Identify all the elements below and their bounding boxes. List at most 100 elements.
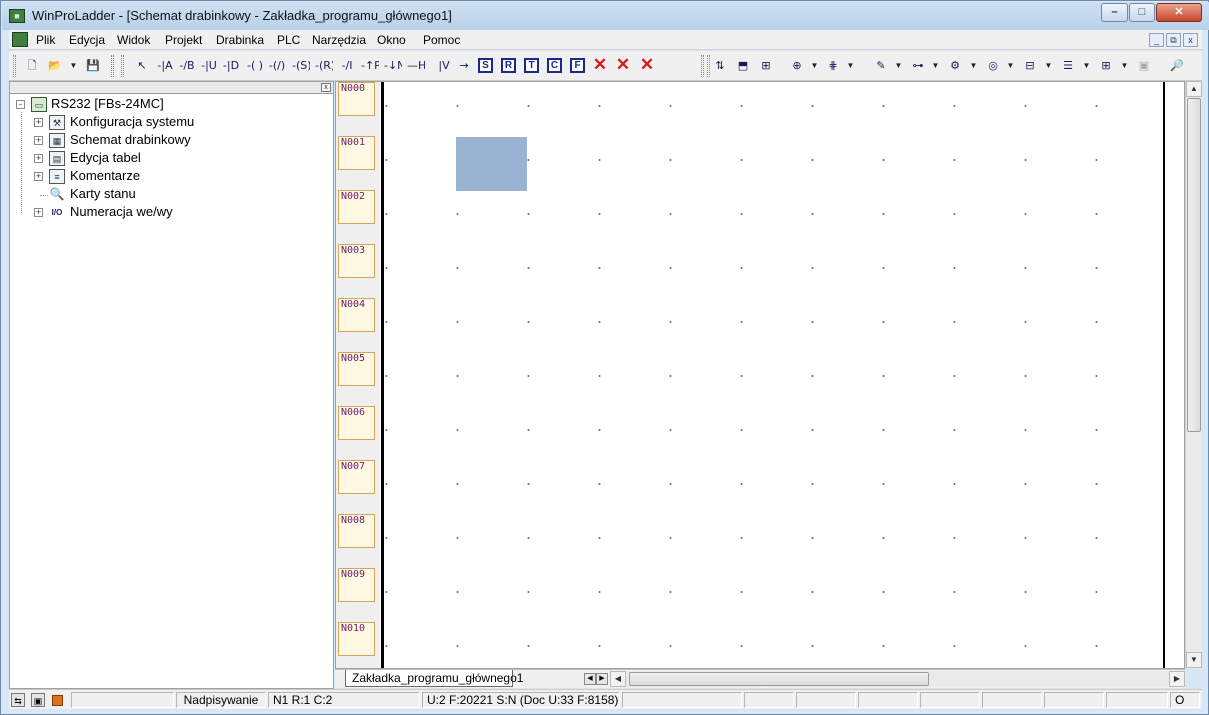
edit-tool-icon[interactable]: ✎ (872, 57, 890, 75)
set-coil-icon[interactable]: -(S) (292, 57, 310, 75)
rung-label[interactable]: N008 (338, 514, 375, 548)
positive-edge-icon[interactable]: -↑P (361, 57, 379, 75)
rung-label[interactable]: N006 (338, 406, 375, 440)
expand-icon[interactable]: + (34, 154, 43, 163)
list-dropdown-icon[interactable]: ▼ (1082, 57, 1091, 75)
toolbar-grip[interactable] (13, 55, 16, 77)
contact-up-icon[interactable]: -|U (200, 57, 218, 75)
tree-item-numeracja[interactable]: + I/O Numeracja we/wy (10, 204, 310, 222)
rung-label[interactable]: N005 (338, 352, 375, 386)
delete-vertical-icon[interactable]: ✕ (614, 56, 632, 74)
rung-dropdown-icon[interactable]: ▼ (846, 57, 855, 75)
rung-label[interactable]: N002 (338, 190, 375, 224)
tree-pane-header[interactable]: x (10, 82, 333, 94)
minimize-button[interactable]: – (1101, 3, 1128, 22)
list-icon[interactable]: ☰ (1059, 57, 1077, 75)
scroll-up-icon[interactable]: ▲ (1186, 81, 1202, 97)
tree-item-karty-stanu[interactable]: 🔍 Karty stanu (10, 186, 310, 204)
menu-pomoc[interactable]: Pomoc (423, 33, 460, 47)
close-icon[interactable]: x (321, 83, 331, 92)
menu-plc[interactable]: PLC (277, 33, 300, 47)
online-dropdown-icon[interactable]: ▼ (1006, 57, 1015, 75)
tree-item-edycja-tabel[interactable]: + ▤ Edycja tabel (10, 150, 310, 168)
delete-element-icon[interactable]: ✕ (591, 56, 609, 74)
tab-prev-icon[interactable]: ◀ (584, 673, 596, 685)
io-icon[interactable]: ⊟ (1021, 57, 1039, 75)
expand-icon[interactable]: + (34, 172, 43, 181)
table-dropdown-icon[interactable]: ▼ (1120, 57, 1129, 75)
device-icon[interactable]: ⚙ (946, 57, 964, 75)
collapse-icon[interactable]: - (16, 100, 25, 109)
timer-instruction-icon[interactable]: T (524, 58, 539, 73)
menu-widok[interactable]: Widok (117, 33, 150, 47)
rung-label[interactable]: N010 (338, 622, 375, 656)
open-folder-icon[interactable]: 📂 (46, 57, 64, 75)
toolbar-grip[interactable] (111, 55, 114, 77)
title-bar[interactable]: ▦ WinProLadder - [Schemat drabinkowy - Z… (2, 2, 1209, 30)
menu-projekt[interactable]: Projekt (165, 33, 202, 47)
reset-coil-icon[interactable]: -(R) (315, 57, 333, 75)
edit-dropdown-icon[interactable]: ▼ (894, 57, 903, 75)
reset-instruction-icon[interactable]: R (501, 58, 516, 73)
menu-edycja[interactable]: Edycja (69, 33, 105, 47)
delete-rung-icon[interactable]: ✕ (638, 56, 656, 74)
horizontal-scrollbar[interactable]: ◀ ▶ (610, 671, 1185, 687)
set-instruction-icon[interactable]: S (478, 58, 493, 73)
network-icon[interactable]: ⊶ (909, 57, 927, 75)
expand-icon[interactable]: + (34, 118, 43, 127)
plc-download-icon[interactable]: ⬒ (734, 57, 752, 75)
find-dropdown-icon[interactable]: ▼ (810, 57, 819, 75)
network-dropdown-icon[interactable]: ▼ (931, 57, 940, 75)
mdi-restore-button[interactable]: ⧉ (1166, 33, 1181, 47)
function-instruction-icon[interactable]: F (570, 58, 585, 73)
horizontal-scroll-thumb[interactable] (629, 672, 929, 686)
rung-label[interactable]: N003 (338, 244, 375, 278)
scroll-left-icon[interactable]: ◀ (610, 671, 626, 687)
invert-icon[interactable]: -/I (338, 57, 356, 75)
toolbar-grip[interactable] (701, 55, 704, 77)
rung-label[interactable]: N000 (338, 82, 375, 116)
vertical-scrollbar[interactable]: ▲ ▼ (1185, 81, 1202, 669)
monitor-icon[interactable]: ⊞ (757, 57, 775, 75)
function-arrow-icon[interactable]: → (455, 57, 473, 75)
contact-down-icon[interactable]: -|D (222, 57, 240, 75)
rung-label[interactable]: N004 (338, 298, 375, 332)
app-icon[interactable]: ▦ (9, 9, 25, 23)
table-tool-icon[interactable]: ⊞ (1097, 57, 1115, 75)
vertical-line-icon[interactable]: |V (435, 57, 453, 75)
contact-b-icon[interactable]: -/B (178, 57, 196, 75)
open-dropdown-icon[interactable]: ▼ (69, 57, 78, 75)
device-dropdown-icon[interactable]: ▼ (969, 57, 978, 75)
counter-instruction-icon[interactable]: C (547, 58, 562, 73)
horizontal-line-icon[interactable]: —H (407, 57, 425, 75)
tab-main-program[interactable]: Zakładka_programu_głównego1 (345, 670, 523, 687)
ladder-editor[interactable]: N000 N001 N002 N003 N004 N005 N006 N007 … (335, 81, 1185, 669)
expand-icon[interactable]: + (34, 136, 43, 145)
maximize-button[interactable]: □ (1129, 3, 1155, 22)
coil-icon[interactable]: -( ) (246, 57, 264, 75)
inverted-coil-icon[interactable]: -(/) (268, 57, 286, 75)
network-status-icon[interactable]: ⇆ (11, 693, 25, 707)
help-search-icon[interactable]: 🔎 (1168, 57, 1186, 75)
compile-icon[interactable]: ⇅ (711, 57, 729, 75)
monitor-status-icon[interactable]: ▣ (31, 693, 45, 707)
mdi-close-button[interactable]: x (1183, 33, 1198, 47)
select-pointer-icon[interactable]: ↖ (133, 57, 151, 75)
toolbar-grip[interactable] (121, 55, 124, 77)
find-icon[interactable]: ⊕ (788, 57, 806, 75)
tree-item-schemat[interactable]: + ▦ Schemat drabinkowy (10, 132, 310, 150)
tree-item-konfiguracja[interactable]: + ⚒ Konfiguracja systemu (10, 114, 310, 132)
rung-navigate-icon[interactable]: ⋕ (824, 57, 842, 75)
new-file-icon[interactable]: 🗋 (23, 57, 41, 75)
rung-label[interactable]: N001 (338, 136, 375, 170)
close-button[interactable]: ✕ (1156, 3, 1202, 22)
selection-cursor[interactable] (456, 137, 527, 191)
tab-next-icon[interactable]: ▶ (596, 673, 608, 685)
negative-edge-icon[interactable]: -↓N (384, 57, 402, 75)
save-icon[interactable]: 💾 (84, 57, 102, 75)
tree-root[interactable]: - ▭ RS232 [FBs-24MC] (10, 96, 310, 114)
rung-label[interactable]: N009 (338, 568, 375, 602)
io-dropdown-icon[interactable]: ▼ (1044, 57, 1053, 75)
vertical-scroll-thumb[interactable] (1187, 98, 1201, 432)
toolbar-grip[interactable] (707, 55, 710, 77)
